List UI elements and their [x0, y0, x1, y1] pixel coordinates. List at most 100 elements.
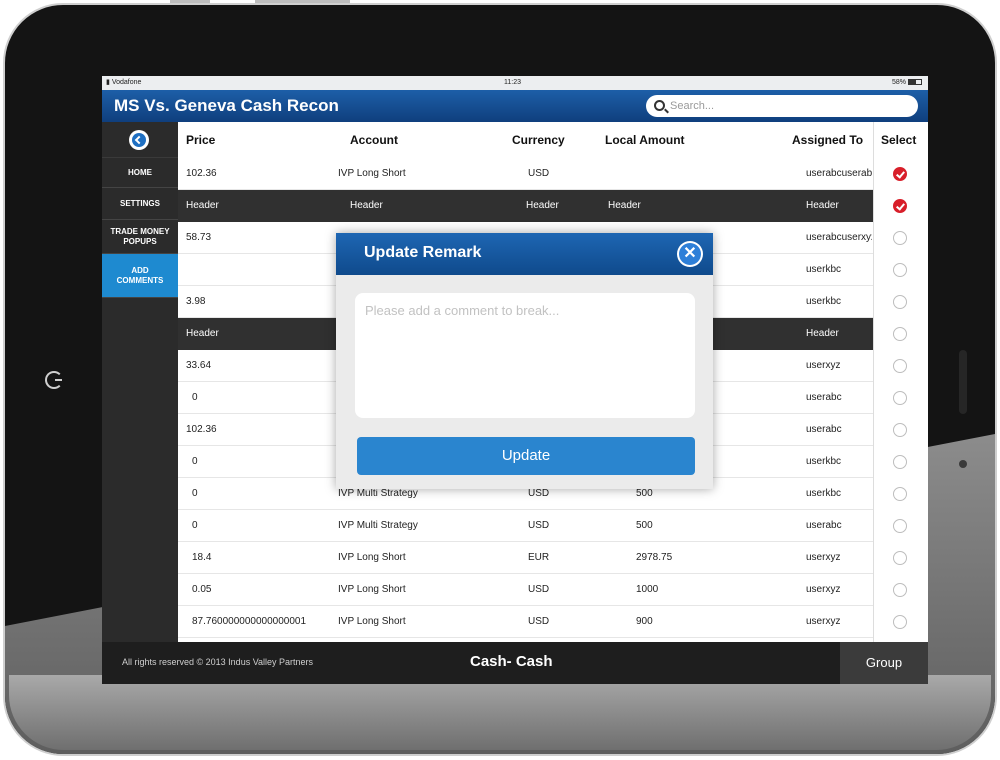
cell-price: 102.36 [186, 168, 217, 179]
select-radio[interactable] [893, 487, 907, 501]
cell-price: 0 [192, 520, 198, 531]
sidebar-item-trade-money-popups[interactable]: TRADE MONEY POPUPS [102, 220, 178, 254]
column-header-local-amount[interactable]: Local Amount [605, 122, 685, 158]
table-group-header[interactable]: Header Header Header Header Header [178, 190, 873, 222]
tablet-side-slot [959, 350, 967, 414]
cell-price: 0 [192, 392, 198, 403]
selected-radio[interactable] [893, 167, 907, 181]
copyright-text: All rights reserved © 2013 Indus Valley … [122, 657, 314, 667]
table-row[interactable]: 0 IVP Multi Strategy USD 500 userabc [178, 510, 873, 542]
select-radio[interactable] [893, 519, 907, 533]
cell-assigned-to: userkbc [806, 296, 842, 307]
cell-assigned-to: userxyz [806, 360, 841, 371]
column-header-currency[interactable]: Currency [512, 122, 565, 158]
cell-currency: USD [528, 584, 550, 595]
select-radio[interactable] [893, 391, 907, 405]
footer-title: Cash- Cash [470, 653, 553, 670]
sidebar-back-cell [102, 122, 178, 158]
search-icon [654, 100, 665, 111]
table-header: Price Account Currency Local Amount Assi… [178, 122, 928, 158]
select-radio[interactable] [893, 359, 907, 373]
cell-assigned-to: userxyz [806, 616, 841, 627]
title-bar: MS Vs. Geneva Cash Recon [102, 90, 928, 122]
table-row[interactable]: 87.760000000000000001 IVP Long Short USD 90… [178, 606, 873, 638]
select-radio[interactable] [893, 423, 907, 437]
cell-assigned-to: Header [806, 200, 839, 211]
sidebar-item-settings[interactable]: SETTINGS [102, 188, 178, 220]
cell-price: 18.4 [192, 552, 212, 563]
cell-assigned-to: userabc [806, 520, 842, 531]
selected-radio[interactable] [893, 199, 907, 213]
column-header-select: Select [881, 133, 917, 147]
back-arrow-icon[interactable] [129, 130, 149, 150]
table-row[interactable]: 18.4 IVP Long Short EUR 2978.75 userxyz [178, 542, 873, 574]
signal-icon: ▮ [106, 79, 110, 86]
cell-currency: USD [528, 520, 550, 531]
cell-local-amount: 1000 [636, 584, 659, 595]
sidebar: HOME SETTINGS TRADE MONEY POPUPS ADD COM… [102, 122, 178, 642]
cell-price: 87.760000000000000001 [192, 616, 307, 627]
tablet-volume-button [170, 0, 210, 3]
select-radio[interactable] [893, 295, 907, 309]
battery-indicator: 58% [892, 76, 922, 90]
tablet-camera-dot [959, 460, 967, 468]
cell-price: 3.98 [186, 296, 206, 307]
column-header-account[interactable]: Account [350, 122, 398, 158]
sidebar-item-add-comments[interactable]: ADD COMMENTS [102, 254, 178, 298]
cell-local-amount: 900 [636, 616, 653, 627]
cell-price [186, 254, 336, 286]
update-button[interactable]: Update [357, 437, 695, 475]
cell-assigned-to: userabcuserxyz [806, 232, 872, 243]
carrier-label: ▮ Vodafone [106, 79, 142, 86]
select-radio[interactable] [893, 327, 907, 341]
cell-price: 102.36 [186, 424, 217, 435]
cell-assigned-to: Header [806, 328, 839, 339]
search-input[interactable] [670, 96, 900, 116]
column-header-assigned-to[interactable]: Assigned To [792, 122, 863, 158]
cell-price: Header [186, 328, 219, 339]
cell-account: IVP Long Short [338, 616, 406, 627]
cell-currency: EUR [528, 552, 550, 563]
tablet-bottom-rim [9, 675, 991, 750]
select-radio[interactable] [893, 455, 907, 469]
cell-assigned-to: userabc [806, 392, 842, 403]
cell-local-amount: 500 [636, 520, 653, 531]
select-radio[interactable] [893, 615, 907, 629]
remark-textarea[interactable] [355, 293, 695, 418]
tablet-power-button [255, 0, 350, 3]
select-radio[interactable] [893, 583, 907, 597]
cell-account: IVP Long Short [338, 552, 406, 563]
close-icon[interactable]: ✕ [677, 241, 703, 267]
footer: All rights reserved © 2013 Indus Valley … [102, 642, 928, 684]
page-title: MS Vs. Geneva Cash Recon [114, 96, 339, 115]
cell-assigned-to: userabcuserabcuserabc [806, 168, 872, 179]
cell-local-amount: Header [608, 200, 641, 211]
select-radio[interactable] [893, 231, 907, 245]
cell-price: Header [186, 200, 219, 211]
select-radio[interactable] [893, 263, 907, 277]
dialog-title: Update Remark [364, 244, 482, 261]
sidebar-item-home[interactable]: HOME [102, 158, 178, 188]
search-box[interactable] [646, 95, 918, 117]
table-row[interactable]: 0.05 IVP Long Short USD 1000 userxyz [178, 574, 873, 606]
cell-assigned-to: userkbc [806, 488, 842, 499]
group-button[interactable]: Group [840, 642, 928, 684]
cell-price: 58.73 [186, 232, 212, 243]
update-remark-dialog: Update Remark ✕ Update [336, 233, 713, 489]
status-bar: ▮ Vodafone 11:23 58% [102, 76, 928, 90]
column-header-price[interactable]: Price [186, 122, 215, 158]
cell-price: 0 [192, 456, 198, 467]
select-radio[interactable] [893, 551, 907, 565]
cell-price: 33.64 [186, 360, 212, 371]
cell-currency: Header [526, 200, 559, 211]
select-column: Select [873, 122, 928, 642]
home-button-icon [45, 371, 63, 389]
cell-assigned-to: userabc [806, 424, 842, 435]
table-row[interactable]: 102.36 IVP Long Short USD userabcuserabcuse… [178, 158, 873, 190]
cell-assigned-to: userkbc [806, 456, 842, 467]
cell-price: 0 [192, 488, 198, 499]
cell-price: 0.05 [192, 584, 212, 595]
cell-local-amount: 2978.75 [636, 552, 673, 563]
dialog-header: Update Remark ✕ [336, 233, 713, 275]
cell-account: IVP Long Short [338, 584, 406, 595]
